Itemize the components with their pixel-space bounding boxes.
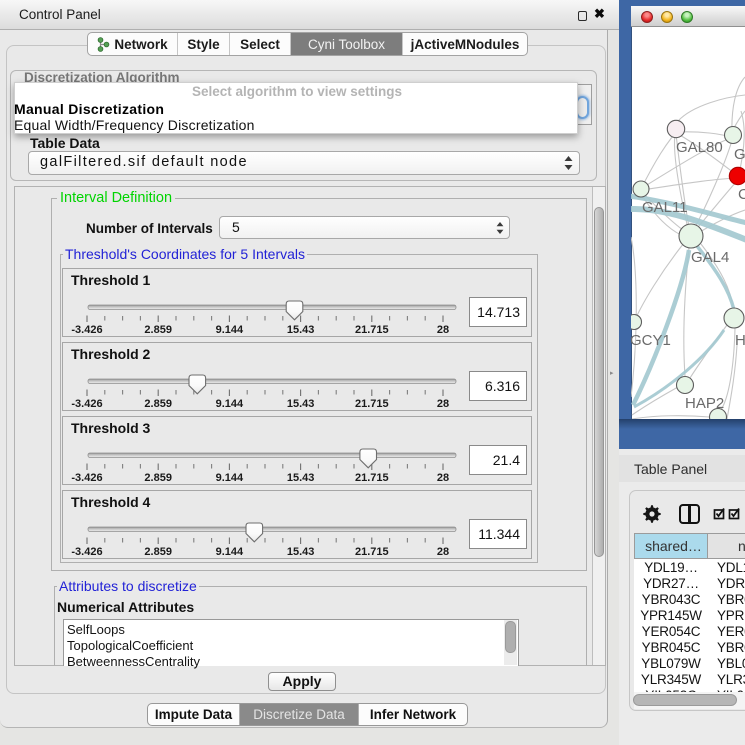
svg-text:GCY1: GCY1: [631, 332, 671, 349]
svg-text:15.43: 15.43: [287, 546, 315, 558]
svg-text:28: 28: [437, 472, 449, 484]
svg-text:21.715: 21.715: [355, 324, 389, 336]
svg-text:9.144: 9.144: [216, 398, 244, 410]
svg-text:GAL11: GAL11: [642, 199, 688, 216]
svg-text:9.144: 9.144: [216, 546, 244, 558]
svg-text:21.715: 21.715: [355, 398, 389, 410]
svg-text:28: 28: [437, 398, 449, 410]
svg-text:GA: GA: [734, 146, 745, 163]
svg-text:28: 28: [437, 546, 449, 558]
svg-text:-3.426: -3.426: [71, 324, 102, 336]
svg-text:28: 28: [437, 324, 449, 336]
svg-text:C: C: [738, 186, 745, 203]
svg-text:-3.426: -3.426: [71, 546, 102, 558]
svg-text:2.859: 2.859: [144, 546, 172, 558]
svg-text:9.144: 9.144: [216, 324, 244, 336]
svg-text:15.43: 15.43: [287, 324, 315, 336]
svg-text:GAL4: GAL4: [691, 249, 729, 266]
svg-text:21.715: 21.715: [355, 472, 389, 484]
svg-text:2.859: 2.859: [144, 324, 172, 336]
svg-text:2.859: 2.859: [144, 472, 172, 484]
svg-text:9.144: 9.144: [216, 472, 244, 484]
svg-text:21.715: 21.715: [355, 546, 389, 558]
svg-text:15.43: 15.43: [287, 472, 315, 484]
svg-text:2.859: 2.859: [144, 398, 172, 410]
svg-text:15.43: 15.43: [287, 398, 315, 410]
svg-text:GAL80: GAL80: [676, 139, 723, 156]
svg-text:-3.426: -3.426: [71, 472, 102, 484]
svg-text:H: H: [735, 332, 745, 349]
svg-text:-3.426: -3.426: [71, 398, 102, 410]
svg-text:HAP2: HAP2: [685, 395, 724, 412]
